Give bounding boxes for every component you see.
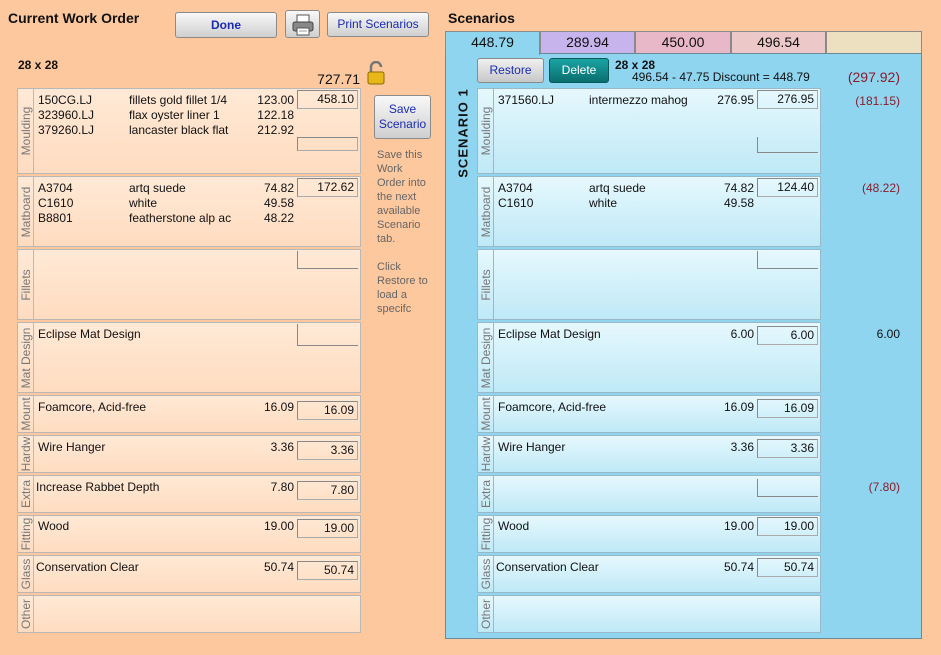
extra-diff: (7.80): [868, 480, 900, 494]
print-scenarios-button[interactable]: Print Scenarios: [327, 12, 429, 37]
save-scenario-button[interactable]: Save Scenario: [374, 95, 431, 139]
section-label: Fillets: [478, 268, 493, 301]
mount-total-field[interactable]: 16.09: [297, 401, 358, 420]
list-item[interactable]: 323960.LJ flax oyster liner 1 122.18: [18, 108, 360, 123]
scenario-mat-design-section: Mat Design Eclipse Mat Design 6.00 6.00: [477, 322, 821, 393]
extra-total-field[interactable]: 7.80: [297, 481, 358, 500]
other-section: Other: [17, 595, 361, 633]
current-work-order-title: Current Work Order: [8, 10, 140, 26]
scenario-extra-total-field[interactable]: [757, 479, 818, 497]
glass-section: Glass Conservation Clear 50.74 50.74: [17, 555, 361, 593]
section-label: Moulding: [478, 106, 493, 156]
fillets-section: Fillets: [17, 249, 361, 320]
section-label: Fillets: [18, 268, 33, 301]
hardware-section: Hardw Wire Hanger 3.36 3.36: [17, 435, 361, 473]
scenario-mat-design-total-field[interactable]: 6.00: [757, 326, 818, 345]
list-item[interactable]: B8801 featherstone alp ac 48.22: [18, 211, 360, 226]
moulding-diff: (181.15): [855, 94, 900, 108]
section-label: Other: [18, 598, 33, 630]
printer-icon: [292, 14, 313, 36]
scenario-mount-total-field[interactable]: 16.09: [757, 399, 818, 418]
moulding-total-field[interactable]: 458.10: [297, 90, 358, 109]
fitting-section: Fitting Wood 19.00 19.00: [17, 515, 361, 553]
scenario-tab-3[interactable]: 450.00: [635, 31, 731, 53]
mat-design-section: Mat Design Eclipse Mat Design: [17, 322, 361, 393]
scenario-tab-2[interactable]: 289.94: [540, 31, 635, 53]
scenario-matboard-total-field[interactable]: 124.40: [757, 178, 818, 197]
scenario-discount-calc: 496.54 - 47.75 Discount = 448.79: [632, 70, 810, 84]
scenario-total-diff: (297.92): [847, 69, 900, 85]
section-label: Extra: [478, 479, 493, 509]
done-button[interactable]: Done: [175, 12, 277, 38]
scenario-hardware-section: Hardw Wire Hanger 3.36 3.36: [477, 435, 821, 473]
scenario-extra-section: Extra: [477, 475, 821, 513]
section-label: Other: [478, 598, 493, 630]
work-order-total: 727.71: [317, 71, 360, 87]
list-item[interactable]: 379260.LJ lancaster black flat 212.92: [18, 123, 360, 138]
scenario-fillets-total-field[interactable]: [757, 251, 818, 269]
work-order-size: 28 x 28: [18, 58, 59, 72]
scenario-hardware-total-field[interactable]: 3.36: [757, 439, 818, 458]
list-item[interactable]: C1610 white 49.58: [478, 196, 820, 211]
scenario-tab-5[interactable]: [826, 31, 922, 53]
matboard-total-field[interactable]: 172.62: [297, 178, 358, 197]
scenarios-title: Scenarios: [448, 10, 515, 26]
scenario-tab-1[interactable]: 448.79: [445, 31, 540, 55]
scenario-moulding-total-field[interactable]: 276.95: [757, 90, 818, 109]
print-button[interactable]: [285, 10, 320, 38]
scenario-fitting-total-field[interactable]: 19.00: [757, 517, 818, 536]
scenario-glass-section: Glass Conservation Clear 50.74 50.74: [477, 555, 821, 593]
restore-button[interactable]: Restore: [477, 58, 544, 83]
mount-section: Mount Foamcore, Acid-free 16.09 16.09: [17, 395, 361, 433]
fitting-total-field[interactable]: 19.00: [297, 519, 358, 538]
matboard-section: Matboard A3704 artq suede 74.82 C1610 white…: [17, 176, 361, 247]
hardware-total-field[interactable]: 3.36: [297, 441, 358, 460]
fillets-total-field[interactable]: [297, 251, 358, 269]
scenario-glass-total-field[interactable]: 50.74: [757, 558, 818, 577]
matboard-diff: (48.22): [861, 181, 900, 195]
save-help-text: Save this Work Order into the next avail…: [377, 149, 426, 245]
extra-section: Extra Increase Rabbet Depth 7.80 7.80: [17, 475, 361, 513]
scenario-fitting-section: Fitting Wood 19.00 19.00: [477, 515, 821, 553]
list-item[interactable]: C1610 white 49.58: [18, 196, 360, 211]
scenario-tab-4[interactable]: 496.54: [731, 31, 826, 53]
moulding-section: Moulding 150CG.LJ fillets gold fillet 1/4…: [17, 88, 361, 174]
scenario-moulding-section: Moulding 371560.LJ intermezzo mahog 276.95…: [477, 88, 821, 174]
scenario-mount-section: Mount Foamcore, Acid-free 16.09 16.09: [477, 395, 821, 433]
restore-help-text: Click Restore to load a specifc: [377, 261, 428, 315]
scenario-moulding-extra-field[interactable]: [757, 137, 818, 153]
mat-design-total-field[interactable]: [297, 324, 358, 346]
scenario-vertical-label: SCENARIO 1: [455, 88, 471, 178]
delete-button[interactable]: Delete: [549, 58, 609, 83]
scenario-matboard-section: Matboard A3704 artq suede 74.82 C1610 white…: [477, 176, 821, 247]
moulding-extra-field[interactable]: [297, 137, 358, 151]
mat-design-diff: 6.00: [876, 327, 900, 341]
scenario-fillets-section: Fillets: [477, 249, 821, 320]
unlocked-padlock-icon[interactable]: [365, 61, 389, 85]
glass-total-field[interactable]: 50.74: [297, 561, 358, 580]
scenario-other-section: Other: [477, 595, 821, 633]
